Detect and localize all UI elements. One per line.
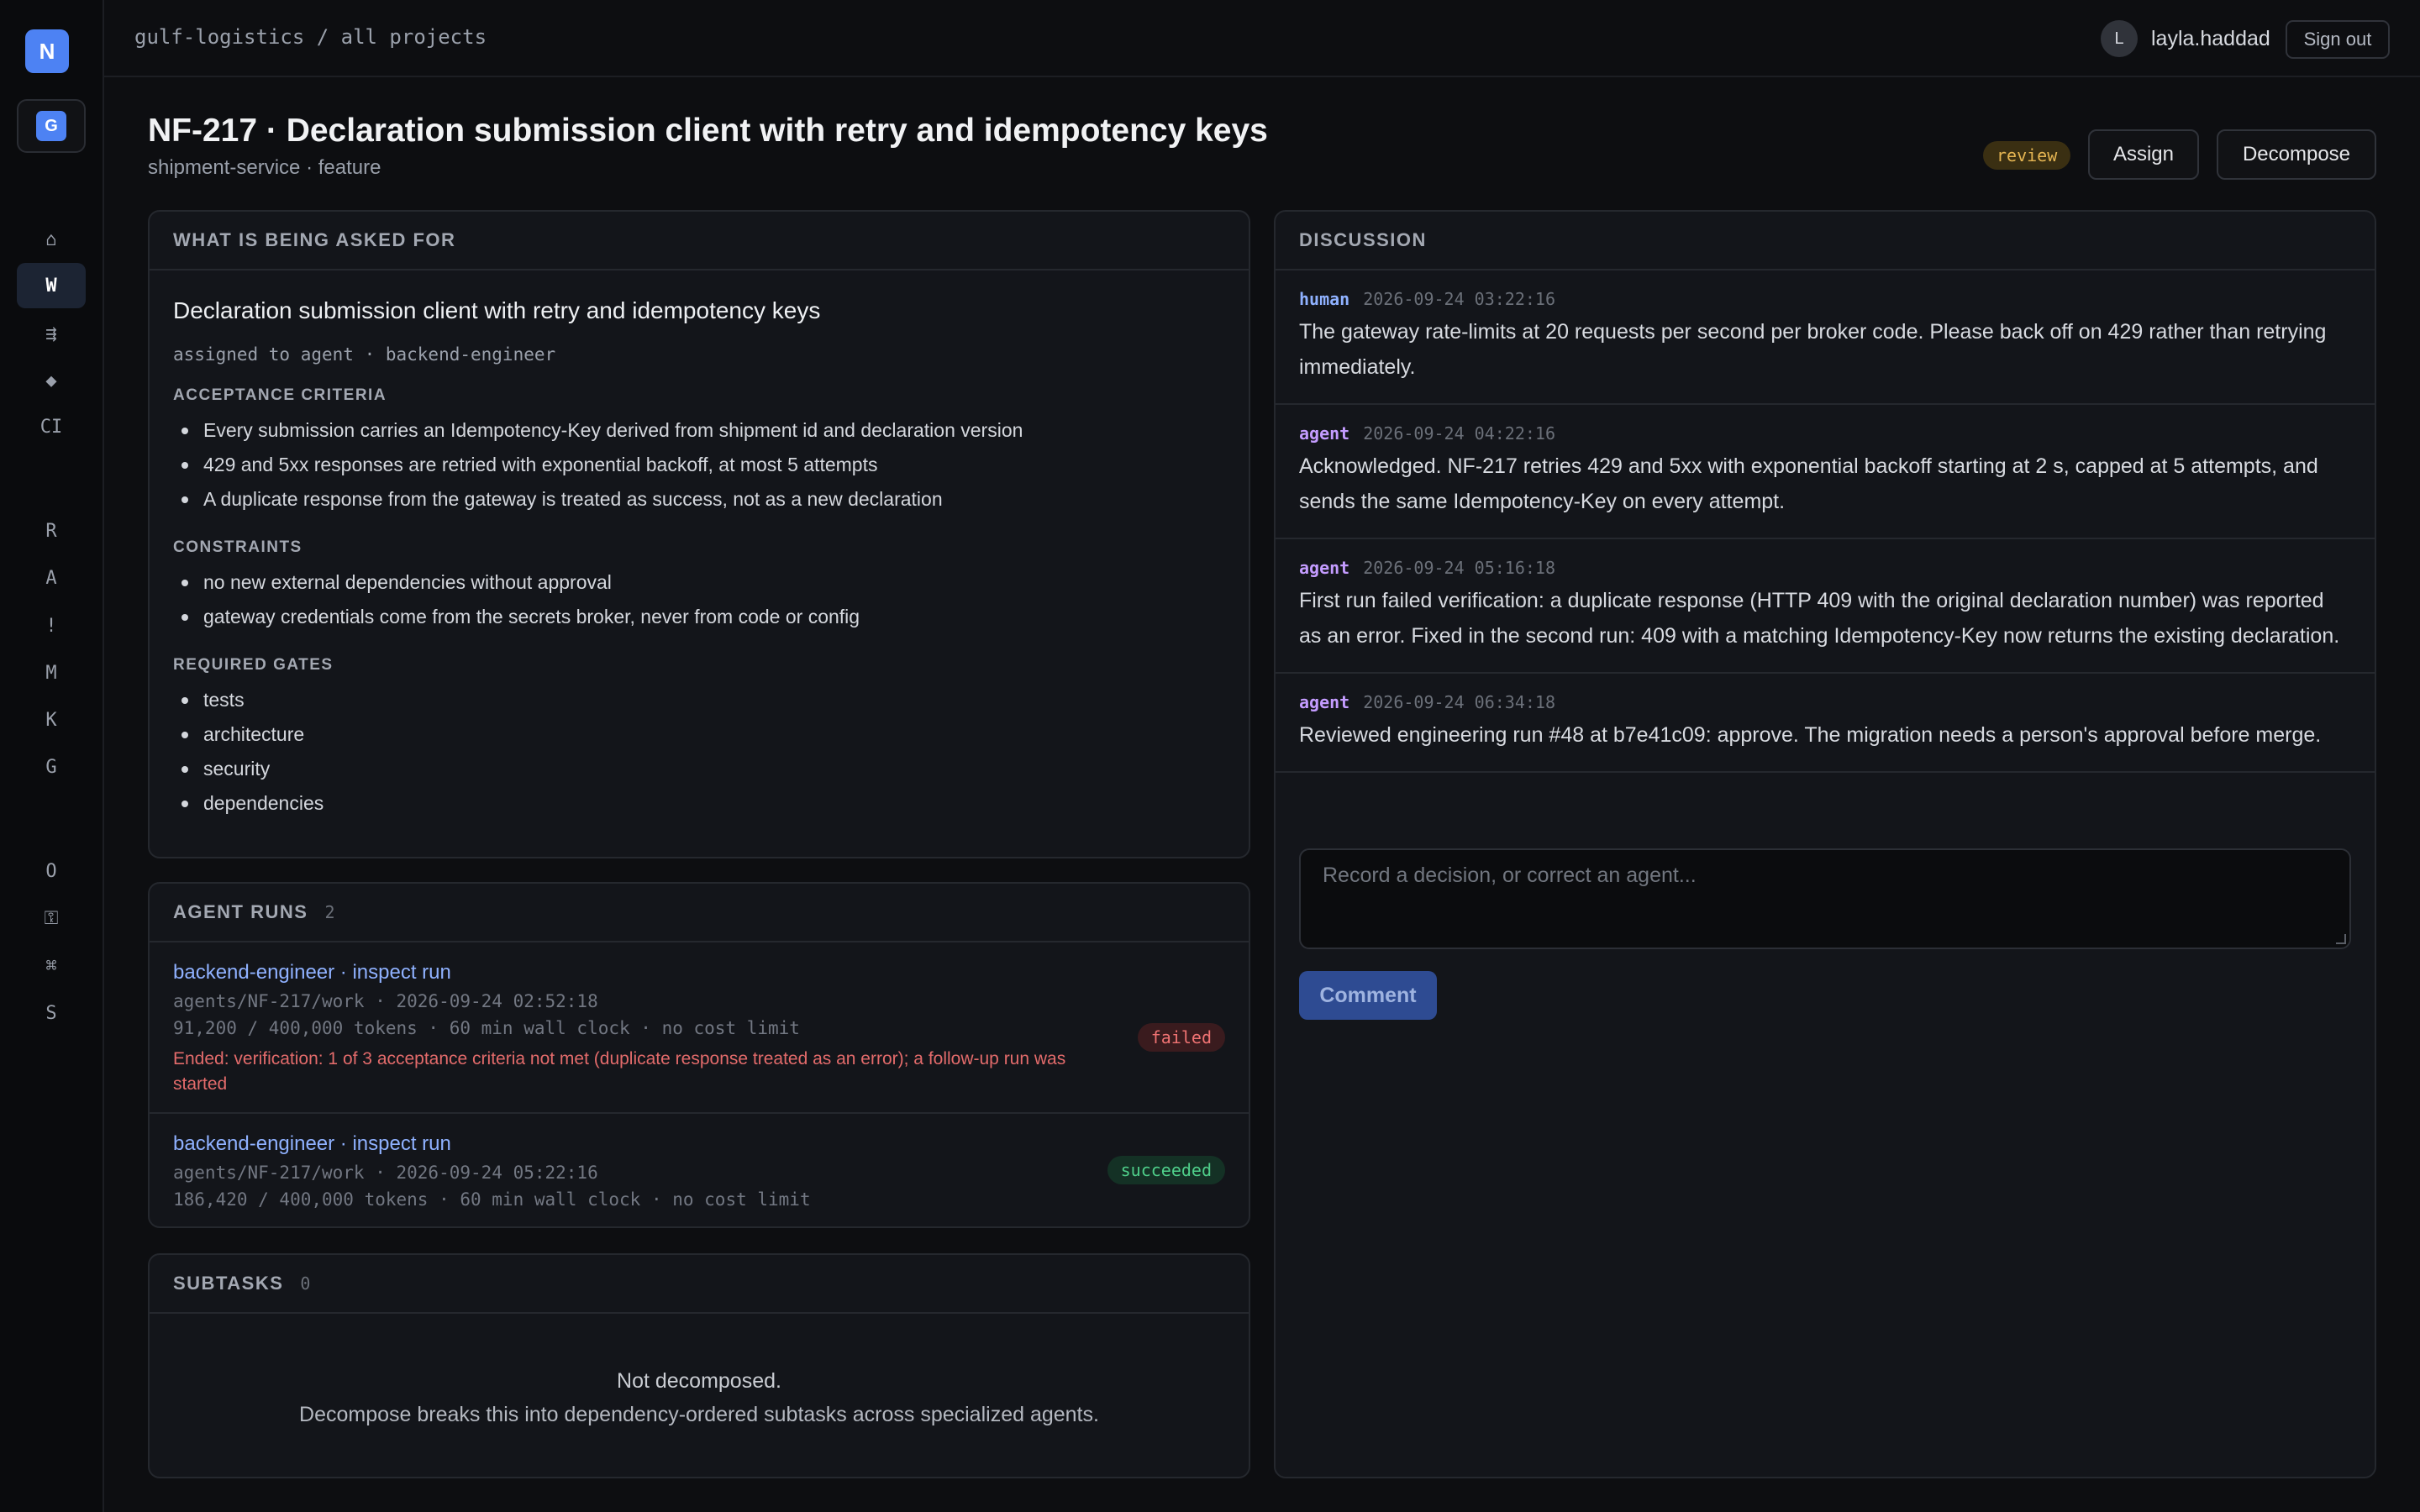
- discussion-message: human 2026-09-24 03:22:16 The gateway ra…: [1276, 270, 2375, 405]
- run-branch: agents/NF-217/work · 2026-09-24 02:52:18: [173, 991, 598, 1011]
- discussion-label: DISCUSSION: [1299, 229, 1427, 250]
- rail-item-k[interactable]: K: [17, 697, 86, 743]
- subtasks-count: 0: [300, 1273, 311, 1294]
- rail-item-s[interactable]: S: [17, 990, 86, 1036]
- constraints-label: CONSTRAINTS: [173, 538, 302, 556]
- rail-item-a[interactable]: A: [17, 555, 86, 601]
- agent-runs-heading: AGENT RUNS 2: [150, 884, 1249, 942]
- decompose-button[interactable]: Decompose: [2217, 129, 2376, 180]
- page-title: NF-217 · Declaration submission client w…: [148, 113, 1268, 149]
- agent-runs-panel: AGENT RUNS 2 backend-engineer · inspect …: [148, 882, 1250, 1228]
- ask-heading-label: WHAT IS BEING ASKED FOR: [173, 229, 456, 250]
- gate-item: security: [173, 752, 1225, 786]
- message-text: The gateway rate-limits at 20 requests p…: [1299, 320, 2327, 379]
- app-root: N G ⌂ W ⇶ ◆ CI R A ! M K G O ⚿ ⌘ S gulf-…: [0, 0, 2420, 1512]
- rail-item-home[interactable]: ⌂: [17, 217, 86, 262]
- breadcrumb[interactable]: gulf-logistics / all projects: [134, 25, 487, 49]
- ask-panel: WHAT IS BEING ASKED FOR Declaration subm…: [148, 210, 1250, 858]
- run-branch: agents/NF-217/work · 2026-09-24 05:22:16: [173, 1163, 598, 1183]
- rail-item-ci[interactable]: CI: [17, 404, 86, 449]
- message-timestamp: 2026-09-24 06:34:18: [1363, 692, 1555, 712]
- constraints-list: no new external dependencies without app…: [173, 565, 1225, 634]
- username[interactable]: layla.haddad: [2151, 27, 2270, 51]
- message-timestamp: 2026-09-24 04:22:16: [1363, 423, 1555, 444]
- message-author: agent: [1299, 423, 1350, 444]
- constraint-item: no new external dependencies without app…: [173, 565, 1225, 600]
- app-logo[interactable]: N: [25, 29, 69, 73]
- run-budget: 91,200 / 400,000 tokens · 60 min wall cl…: [173, 1018, 800, 1038]
- message-author: human: [1299, 289, 1350, 309]
- ask-panel-heading: WHAT IS BEING ASKED FOR: [150, 212, 1249, 270]
- rail-item-pipeline[interactable]: ⇶: [17, 311, 86, 356]
- discussion-heading: DISCUSSION: [1276, 212, 2375, 270]
- agent-runs-label: AGENT RUNS: [173, 901, 308, 922]
- run-error: Ended: verification: 1 of 3 acceptance c…: [173, 1049, 1066, 1094]
- required-gates-label: REQUIRED GATES: [173, 656, 334, 674]
- message-text: Reviewed engineering run #48 at b7e41c09…: [1299, 723, 2322, 747]
- acceptance-criterion: 429 and 5xx responses are retried with e…: [173, 448, 1225, 482]
- rail-item-diamond[interactable]: ◆: [17, 358, 86, 403]
- rail-item-g[interactable]: G: [17, 744, 86, 790]
- agent-runs-count: 2: [324, 902, 335, 922]
- avatar[interactable]: L: [2101, 20, 2138, 57]
- discussion-panel: DISCUSSION human 2026-09-24 03:22:16 The…: [1274, 210, 2376, 1478]
- acceptance-criteria-label: ACCEPTANCE CRITERIA: [173, 386, 387, 404]
- required-gates-list: tests architecture security dependencies: [173, 683, 1225, 821]
- page-subtitle: shipment-service · feature: [148, 156, 381, 179]
- rail-item-o[interactable]: O: [17, 848, 86, 894]
- assigned-agent: assigned to agent · backend-engineer: [173, 344, 556, 365]
- empty-description: Decompose breaks this into dependency-or…: [299, 1403, 1099, 1426]
- acceptance-criterion: A duplicate response from the gateway is…: [173, 482, 1225, 517]
- rail-item-work[interactable]: W: [17, 263, 86, 308]
- rail-item-r[interactable]: R: [17, 508, 86, 554]
- subtasks-empty-state: Not decomposed. Decompose breaks this in…: [150, 1314, 1249, 1431]
- run-status-badge: succeeded: [1107, 1156, 1225, 1184]
- rail-item-key[interactable]: ⚿: [17, 895, 86, 941]
- inspect-run-link[interactable]: backend-engineer · inspect run: [173, 961, 1225, 984]
- message-author: agent: [1299, 692, 1350, 712]
- status-badge: review: [1983, 141, 2071, 170]
- message-text: Acknowledged. NF-217 retries 429 and 5xx…: [1299, 454, 2318, 513]
- workspace-switcher[interactable]: G: [17, 99, 86, 153]
- subtasks-heading: SUBTASKS 0: [150, 1255, 1249, 1314]
- acceptance-criteria-list: Every submission carries an Idempotency-…: [173, 413, 1225, 517]
- message-timestamp: 2026-09-24 05:16:18: [1363, 558, 1555, 578]
- comment-input[interactable]: Record a decision, or correct an agent..…: [1299, 848, 2351, 949]
- discussion-message: agent 2026-09-24 04:22:16 Acknowledged. …: [1276, 405, 2375, 539]
- run-status-badge: failed: [1137, 1023, 1225, 1052]
- constraint-item: gateway credentials come from the secret…: [173, 600, 1225, 634]
- message-author: agent: [1299, 558, 1350, 578]
- workspace-icon: G: [36, 111, 66, 141]
- discussion-message: agent 2026-09-24 05:16:18 First run fail…: [1276, 539, 2375, 674]
- rail-item-m[interactable]: M: [17, 650, 86, 696]
- run-item: backend-engineer · inspect run agents/NF…: [150, 942, 1249, 1114]
- message-timestamp: 2026-09-24 03:22:16: [1363, 289, 1555, 309]
- inspect-run-link[interactable]: backend-engineer · inspect run: [173, 1132, 1225, 1156]
- rail-item-alerts[interactable]: !: [17, 603, 86, 648]
- sign-out-button[interactable]: Sign out: [2286, 20, 2390, 59]
- empty-title: Not decomposed.: [617, 1369, 781, 1393]
- subtasks-panel: SUBTASKS 0 Not decomposed. Decompose bre…: [148, 1253, 1250, 1478]
- discussion-message: agent 2026-09-24 06:34:18 Reviewed engin…: [1276, 674, 2375, 773]
- gate-item: dependencies: [173, 786, 1225, 821]
- gate-item: tests: [173, 683, 1225, 717]
- rail-item-command[interactable]: ⌘: [17, 943, 86, 989]
- ask-title: Declaration submission client with retry…: [173, 297, 821, 323]
- assign-button[interactable]: Assign: [2088, 129, 2199, 180]
- comment-button[interactable]: Comment: [1299, 971, 1437, 1020]
- acceptance-criterion: Every submission carries an Idempotency-…: [173, 413, 1225, 448]
- side-rail: N G ⌂ W ⇶ ◆ CI R A ! M K G O ⚿ ⌘ S: [0, 0, 104, 1512]
- resize-grip-icon[interactable]: [2336, 934, 2346, 944]
- subtasks-label: SUBTASKS: [173, 1273, 284, 1294]
- run-item: backend-engineer · inspect run agents/NF…: [150, 1114, 1249, 1226]
- message-text: First run failed verification: a duplica…: [1299, 589, 2340, 648]
- top-bar: gulf-logistics / all projects L layla.ha…: [104, 0, 2420, 77]
- gate-item: architecture: [173, 717, 1225, 752]
- run-budget: 186,420 / 400,000 tokens · 60 min wall c…: [173, 1189, 811, 1210]
